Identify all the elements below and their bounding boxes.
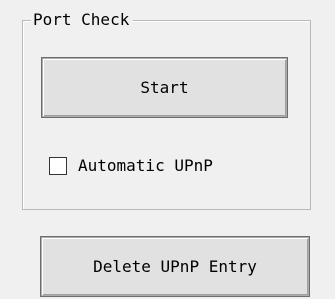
port-check-group-title: Port Check <box>31 10 134 30</box>
automatic-upnp-label[interactable]: Automatic UPnP <box>78 155 213 177</box>
start-button[interactable]: Start <box>41 57 288 118</box>
automatic-upnp-option[interactable]: Automatic UPnP <box>49 155 213 177</box>
automatic-upnp-checkbox[interactable] <box>49 157 67 175</box>
delete-upnp-entry-button[interactable]: Delete UPnP Entry <box>40 236 310 297</box>
